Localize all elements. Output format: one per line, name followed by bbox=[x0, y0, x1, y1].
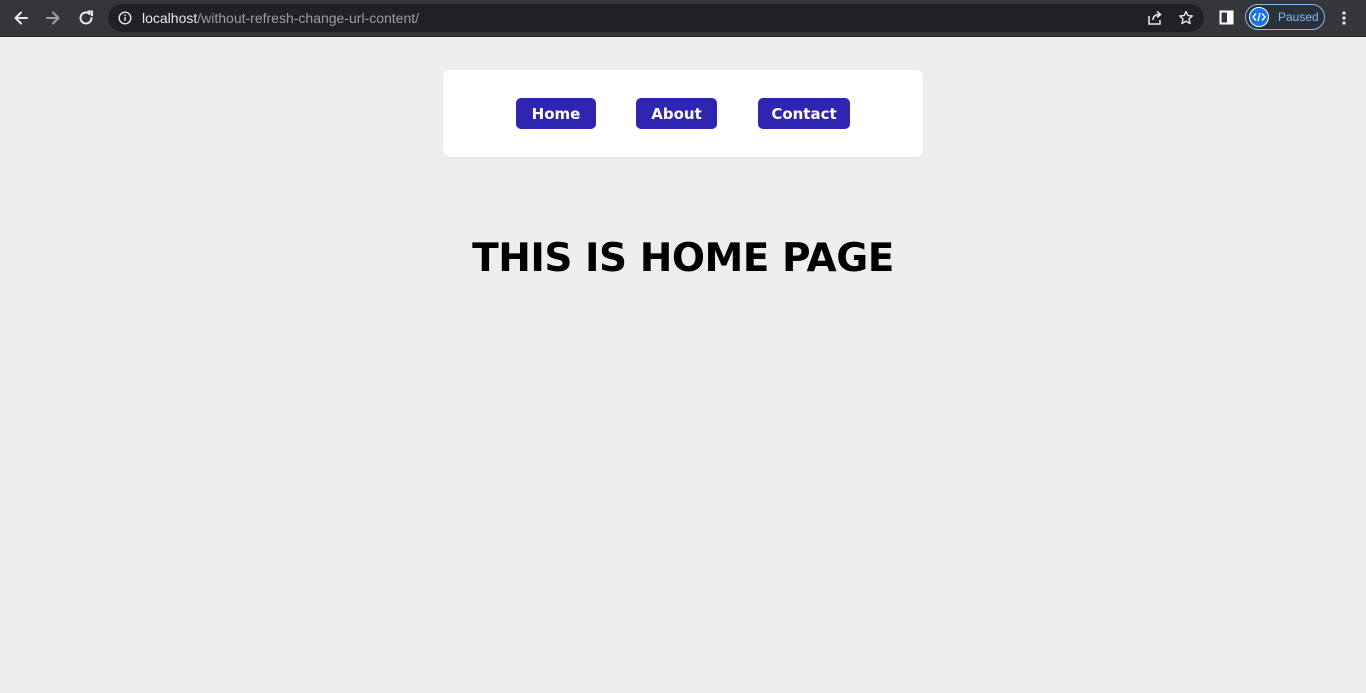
star-icon[interactable] bbox=[1178, 10, 1194, 26]
info-icon[interactable] bbox=[118, 11, 132, 25]
forward-button[interactable] bbox=[41, 6, 65, 30]
nav-link-home[interactable]: Home bbox=[516, 98, 596, 129]
side-panel-icon[interactable] bbox=[1219, 10, 1235, 26]
url-path: /without-refresh-change-url-content/ bbox=[197, 10, 420, 26]
profile-button[interactable]: Paused bbox=[1245, 4, 1325, 30]
kebab-menu-icon[interactable] bbox=[1338, 10, 1350, 26]
address-bar[interactable]: localhost/without-refresh-change-url-con… bbox=[108, 4, 1204, 32]
share-icon[interactable] bbox=[1146, 10, 1164, 26]
reload-icon bbox=[79, 10, 93, 25]
code-avatar-icon bbox=[1249, 7, 1269, 27]
nav-link-about[interactable]: About bbox=[636, 98, 717, 129]
profile-status-label: Paused bbox=[1278, 10, 1319, 24]
url-host: localhost bbox=[142, 10, 198, 26]
browser-toolbar: localhost/without-refresh-change-url-con… bbox=[0, 0, 1366, 37]
url-text[interactable]: localhost/without-refresh-change-url-con… bbox=[142, 10, 419, 26]
arrow-right-icon bbox=[46, 11, 60, 25]
reload-button[interactable] bbox=[74, 6, 98, 30]
back-button[interactable] bbox=[9, 6, 33, 30]
arrow-left-icon bbox=[14, 11, 28, 25]
page-heading: THIS IS HOME PAGE bbox=[472, 236, 894, 281]
nav-card: Home About Contact bbox=[443, 70, 923, 157]
nav-link-contact[interactable]: Contact bbox=[758, 98, 850, 129]
